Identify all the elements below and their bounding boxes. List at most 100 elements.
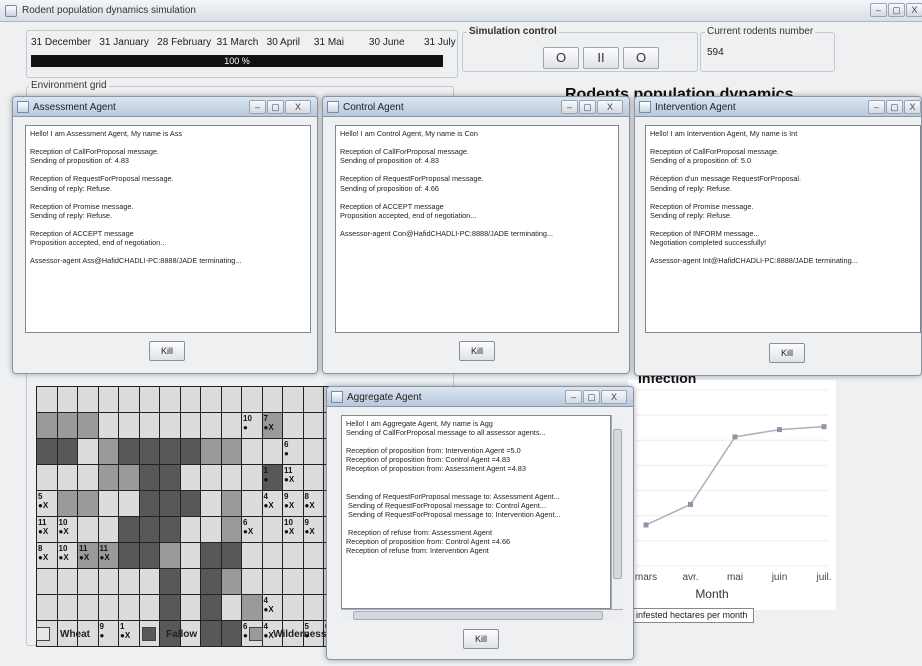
minimize-button[interactable]: – [561, 100, 578, 114]
grid-cell[interactable] [98, 595, 119, 621]
grid-cell[interactable] [180, 595, 201, 621]
close-button[interactable]: X [904, 100, 921, 114]
aggregate-agent-log[interactable]: Hello! I am Aggregate Agent, My name is … [341, 415, 611, 609]
grid-cell[interactable] [160, 569, 181, 595]
grid-cell[interactable]: 7 ●X [262, 413, 283, 439]
assessment-kill-button[interactable]: Kill [149, 341, 185, 361]
grid-cell[interactable] [221, 413, 242, 439]
grid-cell[interactable] [201, 543, 222, 569]
grid-cell[interactable] [139, 595, 160, 621]
grid-cell[interactable] [37, 439, 58, 465]
grid-cell[interactable]: 10 ● [242, 413, 263, 439]
grid-cell[interactable] [78, 595, 99, 621]
grid-cell[interactable] [283, 543, 304, 569]
grid-cell[interactable] [221, 595, 242, 621]
grid-cell[interactable] [119, 543, 140, 569]
assessment-agent-log[interactable]: Hello! I am Assessment Agent, My name is… [25, 125, 311, 333]
grid-cell[interactable] [221, 543, 242, 569]
control-kill-button[interactable]: Kill [459, 341, 495, 361]
grid-cell[interactable] [160, 387, 181, 413]
grid-cell[interactable]: 11 ●X [283, 465, 304, 491]
grid-cell[interactable] [242, 595, 263, 621]
grid-cell[interactable] [119, 491, 140, 517]
grid-cell[interactable] [160, 491, 181, 517]
grid-cell[interactable] [201, 465, 222, 491]
aggregate-log-vertical-scrollbar[interactable] [611, 415, 623, 609]
intervention-agent-title-bar[interactable]: Intervention Agent – ▢ X [635, 97, 921, 117]
grid-cell[interactable] [303, 569, 324, 595]
grid-cell[interactable] [303, 439, 324, 465]
grid-cell[interactable]: 9 ●X [283, 491, 304, 517]
grid-cell[interactable] [139, 439, 160, 465]
close-button[interactable]: X [906, 3, 922, 17]
grid-cell[interactable] [262, 569, 283, 595]
grid-cell[interactable] [180, 517, 201, 543]
grid-cell[interactable] [201, 387, 222, 413]
grid-cell[interactable] [160, 595, 181, 621]
grid-cell[interactable] [201, 517, 222, 543]
grid-cell[interactable] [119, 439, 140, 465]
control-agent-title-bar[interactable]: Control Agent – ▢ X [323, 97, 629, 117]
minimize-button[interactable]: – [565, 390, 582, 404]
pause-button[interactable]: II [583, 47, 619, 69]
grid-cell[interactable] [119, 517, 140, 543]
maximize-button[interactable]: ▢ [888, 3, 905, 17]
grid-cell[interactable]: 10 ●X [57, 543, 78, 569]
grid-cell[interactable] [283, 595, 304, 621]
grid-cell[interactable] [78, 439, 99, 465]
stop-button[interactable]: O [623, 47, 659, 69]
grid-cell[interactable]: 4 ●X [262, 491, 283, 517]
grid-cell[interactable] [139, 517, 160, 543]
grid-cell[interactable] [57, 569, 78, 595]
grid-cell[interactable] [201, 491, 222, 517]
grid-cell[interactable] [139, 387, 160, 413]
grid-cell[interactable] [221, 439, 242, 465]
assessment-agent-title-bar[interactable]: Assessment Agent – ▢ X [13, 97, 317, 117]
grid-cell[interactable] [221, 465, 242, 491]
minimize-button[interactable]: – [868, 100, 885, 114]
grid-cell[interactable] [139, 413, 160, 439]
grid-cell[interactable]: 11 ●X [78, 543, 99, 569]
grid-cell[interactable] [303, 595, 324, 621]
grid-cell[interactable] [303, 465, 324, 491]
grid-cell[interactable] [221, 517, 242, 543]
maximize-button[interactable]: ▢ [886, 100, 903, 114]
grid-cell[interactable] [180, 465, 201, 491]
grid-cell[interactable] [78, 413, 99, 439]
grid-cell[interactable]: 8 ●X [37, 543, 58, 569]
grid-cell[interactable] [303, 387, 324, 413]
grid-cell[interactable] [139, 491, 160, 517]
grid-cell[interactable] [180, 387, 201, 413]
grid-cell[interactable]: 10 ●X [57, 517, 78, 543]
grid-cell[interactable]: 11 ●X [98, 543, 119, 569]
grid-cell[interactable]: 8 ●X [303, 491, 324, 517]
grid-cell[interactable] [78, 491, 99, 517]
grid-cell[interactable] [139, 543, 160, 569]
grid-cell[interactable] [262, 543, 283, 569]
grid-cell[interactable] [78, 387, 99, 413]
control-agent-log[interactable]: Hello! I am Control Agent, My name is Co… [335, 125, 619, 333]
grid-cell[interactable] [37, 569, 58, 595]
grid-cell[interactable] [119, 465, 140, 491]
minimize-button[interactable]: – [870, 3, 887, 17]
grid-cell[interactable] [57, 387, 78, 413]
scrollbar-thumb[interactable] [353, 611, 603, 620]
grid-cell[interactable] [262, 387, 283, 413]
grid-cell[interactable] [119, 413, 140, 439]
scrollbar-thumb[interactable] [613, 429, 622, 579]
close-button[interactable]: X [597, 100, 623, 114]
grid-cell[interactable] [201, 595, 222, 621]
aggregate-kill-button[interactable]: Kill [463, 629, 499, 649]
grid-cell[interactable] [160, 439, 181, 465]
grid-cell[interactable] [221, 387, 242, 413]
grid-cell[interactable] [98, 439, 119, 465]
grid-cell[interactable] [78, 569, 99, 595]
grid-cell[interactable] [180, 543, 201, 569]
grid-cell[interactable] [242, 491, 263, 517]
grid-cell[interactable] [98, 465, 119, 491]
grid-cell[interactable] [242, 387, 263, 413]
grid-cell[interactable] [57, 439, 78, 465]
grid-cell[interactable] [98, 387, 119, 413]
grid-cell[interactable] [139, 569, 160, 595]
grid-cell[interactable]: 6 ●X [242, 517, 263, 543]
